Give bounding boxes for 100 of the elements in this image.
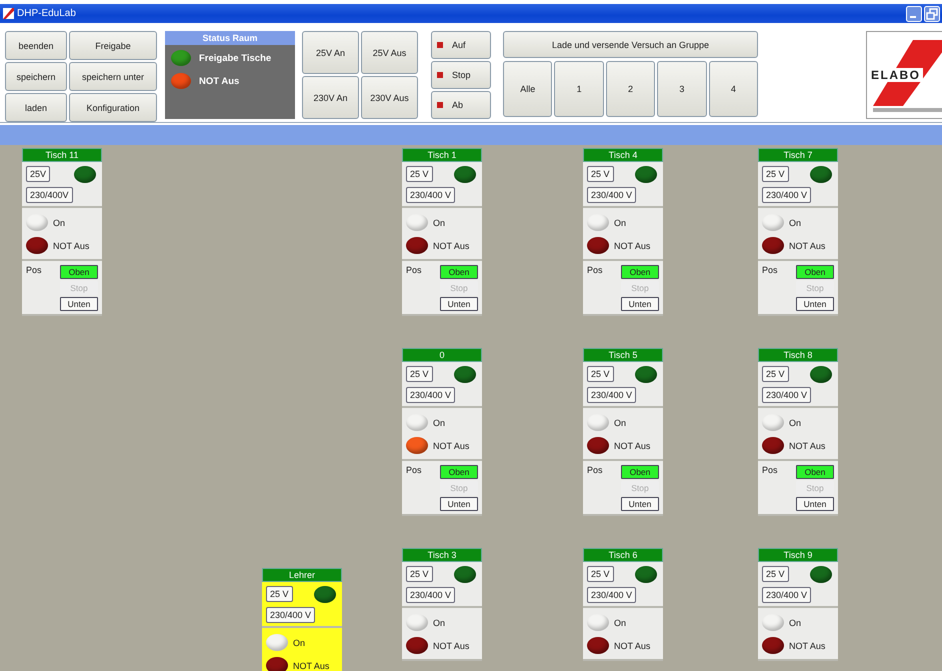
voltage-lamp-icon (810, 366, 832, 383)
mains-voltage-button[interactable]: 230/400 V (406, 187, 456, 203)
lamp-label: On (789, 618, 802, 628)
position-button[interactable]: Oben (440, 265, 478, 279)
toolbar-button[interactable]: speichern unter (69, 62, 157, 91)
motion-button[interactable]: Ab (431, 91, 491, 119)
lamp-label: NOT Aus (614, 640, 650, 650)
voltage-lamp-icon (810, 566, 832, 583)
position-button[interactable]: Unten (796, 297, 834, 311)
mains-voltage-button[interactable]: 230/400 V (762, 387, 812, 403)
position-label: Pos (762, 465, 778, 477)
mains-voltage-button[interactable]: 230/400 V (587, 387, 636, 403)
position-button[interactable]: Unten (440, 297, 478, 311)
position-button[interactable]: Unten (621, 297, 659, 311)
mains-voltage-button[interactable]: 230/400 V (587, 587, 636, 603)
lamp-label: On (53, 218, 66, 228)
position-button[interactable]: Unten (621, 497, 659, 511)
table-title: Tisch 3 (402, 548, 482, 562)
motion-button[interactable]: Auf (431, 31, 491, 59)
motion-button[interactable]: Stop (431, 61, 491, 89)
low-voltage-button[interactable]: 25 V (587, 166, 614, 182)
position-button[interactable]: Unten (440, 497, 478, 511)
mains-voltage-button[interactable]: 230/400 V (406, 587, 456, 603)
group-button[interactable]: 3 (657, 61, 707, 117)
status-label: Freigabe Tische (199, 52, 272, 64)
lamp-label: NOT Aus (433, 440, 470, 450)
position-button[interactable]: Oben (621, 465, 659, 479)
lamp-label: On (614, 418, 626, 428)
low-voltage-button[interactable]: 25 V (762, 366, 789, 382)
low-voltage-button[interactable]: 25 V (587, 566, 614, 582)
toolbar-button[interactable]: beenden (5, 31, 67, 60)
mains-voltage-button[interactable]: 230/400 V (762, 187, 812, 203)
position-label: Pos (406, 465, 422, 477)
send-to-group-button[interactable]: Lade und versende Versuch an Gruppe (503, 31, 758, 58)
voltage-button[interactable]: 25V An (302, 31, 359, 74)
low-voltage-button[interactable]: 25 V (762, 566, 789, 582)
lamp-label: NOT Aus (614, 440, 650, 450)
minimize-button[interactable] (906, 6, 922, 22)
group-button[interactable]: 4 (708, 61, 758, 117)
position-label: Pos (587, 265, 603, 277)
voltage-button[interactable]: 25V Aus (361, 31, 418, 74)
toolbar-button[interactable]: Konfiguration (69, 93, 157, 122)
table-title: Tisch 4 (583, 148, 663, 162)
position-button[interactable]: Unten (60, 297, 98, 311)
voltage-lamp-icon (74, 166, 96, 183)
position-button[interactable]: Unten (796, 497, 834, 511)
table-title: 0 (402, 348, 482, 362)
table-title: Lehrer (262, 568, 342, 582)
toolbar-button[interactable]: speichern (5, 62, 67, 91)
low-voltage-button[interactable]: 25 V (266, 586, 293, 602)
mains-voltage-button[interactable]: 230/400V (26, 187, 73, 203)
status-label: NOT Aus (199, 76, 240, 86)
mains-voltage-button[interactable]: 230/400 V (587, 187, 636, 203)
position-button[interactable]: Oben (621, 265, 659, 279)
low-voltage-button[interactable]: 25 V (587, 366, 614, 382)
position-button[interactable]: Oben (796, 265, 834, 279)
mains-voltage-button[interactable]: 230/400 V (266, 607, 316, 623)
table-title: Tisch 5 (583, 348, 663, 362)
app-logo-icon (3, 8, 14, 19)
low-voltage-button[interactable]: 25 V (406, 366, 433, 382)
lamp-label: NOT Aus (614, 240, 650, 250)
restore-button[interactable] (924, 6, 940, 22)
group-button[interactable]: 2 (606, 61, 656, 117)
group-button[interactable]: 1 (554, 61, 604, 117)
low-voltage-button[interactable]: 25 V (406, 166, 433, 182)
position-label: Pos (762, 265, 778, 277)
toolbar-button[interactable]: laden (5, 93, 67, 122)
lamp-label: NOT Aus (789, 640, 826, 650)
voltage-lamp-icon (454, 566, 476, 583)
voltage-lamp-icon (454, 366, 476, 383)
voltage-lamp-icon (635, 366, 657, 383)
lamp-label: NOT Aus (789, 240, 826, 250)
low-voltage-button[interactable]: 25 V (406, 566, 433, 582)
voltage-button[interactable]: 230V Aus (361, 76, 418, 119)
group-button[interactable]: Alle (503, 61, 552, 117)
lamp-label: NOT Aus (293, 660, 330, 670)
voltage-button[interactable]: 230V An (302, 76, 359, 119)
position-button[interactable]: Oben (796, 465, 834, 479)
mains-voltage-button[interactable]: 230/400 V (762, 587, 812, 603)
mains-voltage-button[interactable]: 230/400 V (406, 387, 456, 403)
table-title: Tisch 1 (402, 148, 482, 162)
lamp-label: NOT Aus (53, 240, 90, 250)
lamp-label: On (433, 618, 446, 628)
voltage-lamp-icon (314, 586, 336, 603)
position-label: Pos (587, 465, 603, 477)
voltage-lamp-icon (635, 166, 657, 183)
toolbar-button[interactable]: Freigabe (69, 31, 157, 60)
position-button[interactable]: Oben (440, 465, 478, 479)
lamp-label: On (614, 618, 626, 628)
low-voltage-button[interactable]: 25V (26, 166, 50, 182)
lamp-label: NOT Aus (789, 440, 826, 450)
lamp-label: NOT Aus (433, 640, 470, 650)
company-logo: ELABO (866, 31, 942, 119)
voltage-lamp-icon (454, 166, 476, 183)
lamp-label: NOT Aus (433, 240, 470, 250)
position-button[interactable]: Oben (60, 265, 98, 279)
low-voltage-button[interactable]: 25 V (762, 166, 789, 182)
table-title: Tisch 11 (22, 148, 102, 162)
voltage-lamp-icon (810, 166, 832, 183)
position-label: Pos (26, 265, 42, 277)
